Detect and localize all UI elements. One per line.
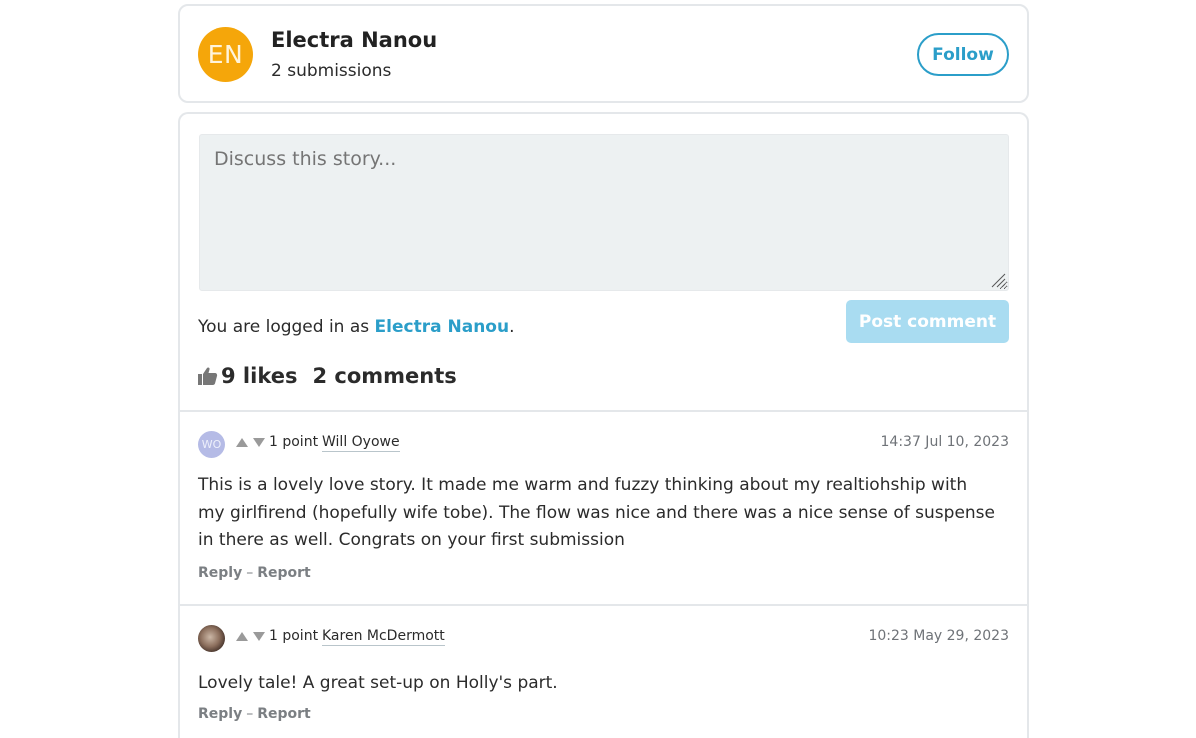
author-card: EN Electra Nanou 2 submissions Follow: [178, 4, 1029, 103]
comment-input[interactable]: [199, 134, 1009, 291]
author-submissions: 2 submissions: [271, 61, 392, 81]
commenter-avatar[interactable]: [198, 625, 225, 652]
thumbs-up-icon[interactable]: [198, 366, 218, 386]
commenter-avatar[interactable]: WO: [198, 431, 225, 458]
upvote-icon[interactable]: [236, 438, 248, 447]
vote-controls: [236, 632, 265, 641]
comments-count: 2 comments: [312, 364, 457, 388]
reply-link[interactable]: Reply: [198, 706, 242, 722]
downvote-icon[interactable]: [253, 632, 265, 641]
comment-body: This is a lovely love story. It made me …: [198, 475, 995, 550]
comment-author[interactable]: Karen McDermott: [322, 628, 445, 646]
follow-button[interactable]: Follow: [917, 33, 1009, 76]
comment-points: 1 point: [269, 628, 319, 644]
separator: –: [246, 706, 254, 722]
comment-time: 14:37 Jul 10, 2023: [880, 434, 1009, 450]
report-link[interactable]: Report: [257, 565, 311, 581]
logged-in-suffix: .: [509, 317, 515, 337]
comment-actions: Reply – Report: [198, 706, 311, 722]
comment-time: 10:23 May 29, 2023: [868, 628, 1009, 644]
comment-author[interactable]: Will Oyowe: [322, 434, 400, 452]
likes-count[interactable]: 9 likes: [221, 364, 297, 388]
discussion-card: You are logged in as Electra Nanou. Post…: [178, 112, 1029, 738]
author-avatar[interactable]: EN: [198, 27, 253, 82]
separator: –: [246, 565, 254, 581]
reply-link[interactable]: Reply: [198, 565, 242, 581]
logged-in-prefix: You are logged in as: [198, 317, 370, 337]
downvote-icon[interactable]: [253, 438, 265, 447]
vote-controls: [236, 438, 265, 447]
post-comment-button[interactable]: Post comment: [846, 300, 1009, 343]
comment-body: Lovely tale! A great set-up on Holly's p…: [198, 673, 558, 693]
logged-in-text: You are logged in as Electra Nanou.: [198, 317, 514, 337]
author-name[interactable]: Electra Nanou: [271, 28, 437, 52]
divider: [180, 604, 1027, 606]
upvote-icon[interactable]: [236, 632, 248, 641]
divider: [180, 410, 1027, 412]
report-link[interactable]: Report: [257, 706, 311, 722]
logged-in-user-link[interactable]: Electra Nanou: [375, 317, 510, 337]
resize-handle-icon[interactable]: [988, 270, 1006, 288]
comment-points: 1 point: [269, 434, 319, 450]
story-stats: 9 likes 2 comments: [198, 364, 457, 388]
comment-actions: Reply – Report: [198, 565, 311, 581]
